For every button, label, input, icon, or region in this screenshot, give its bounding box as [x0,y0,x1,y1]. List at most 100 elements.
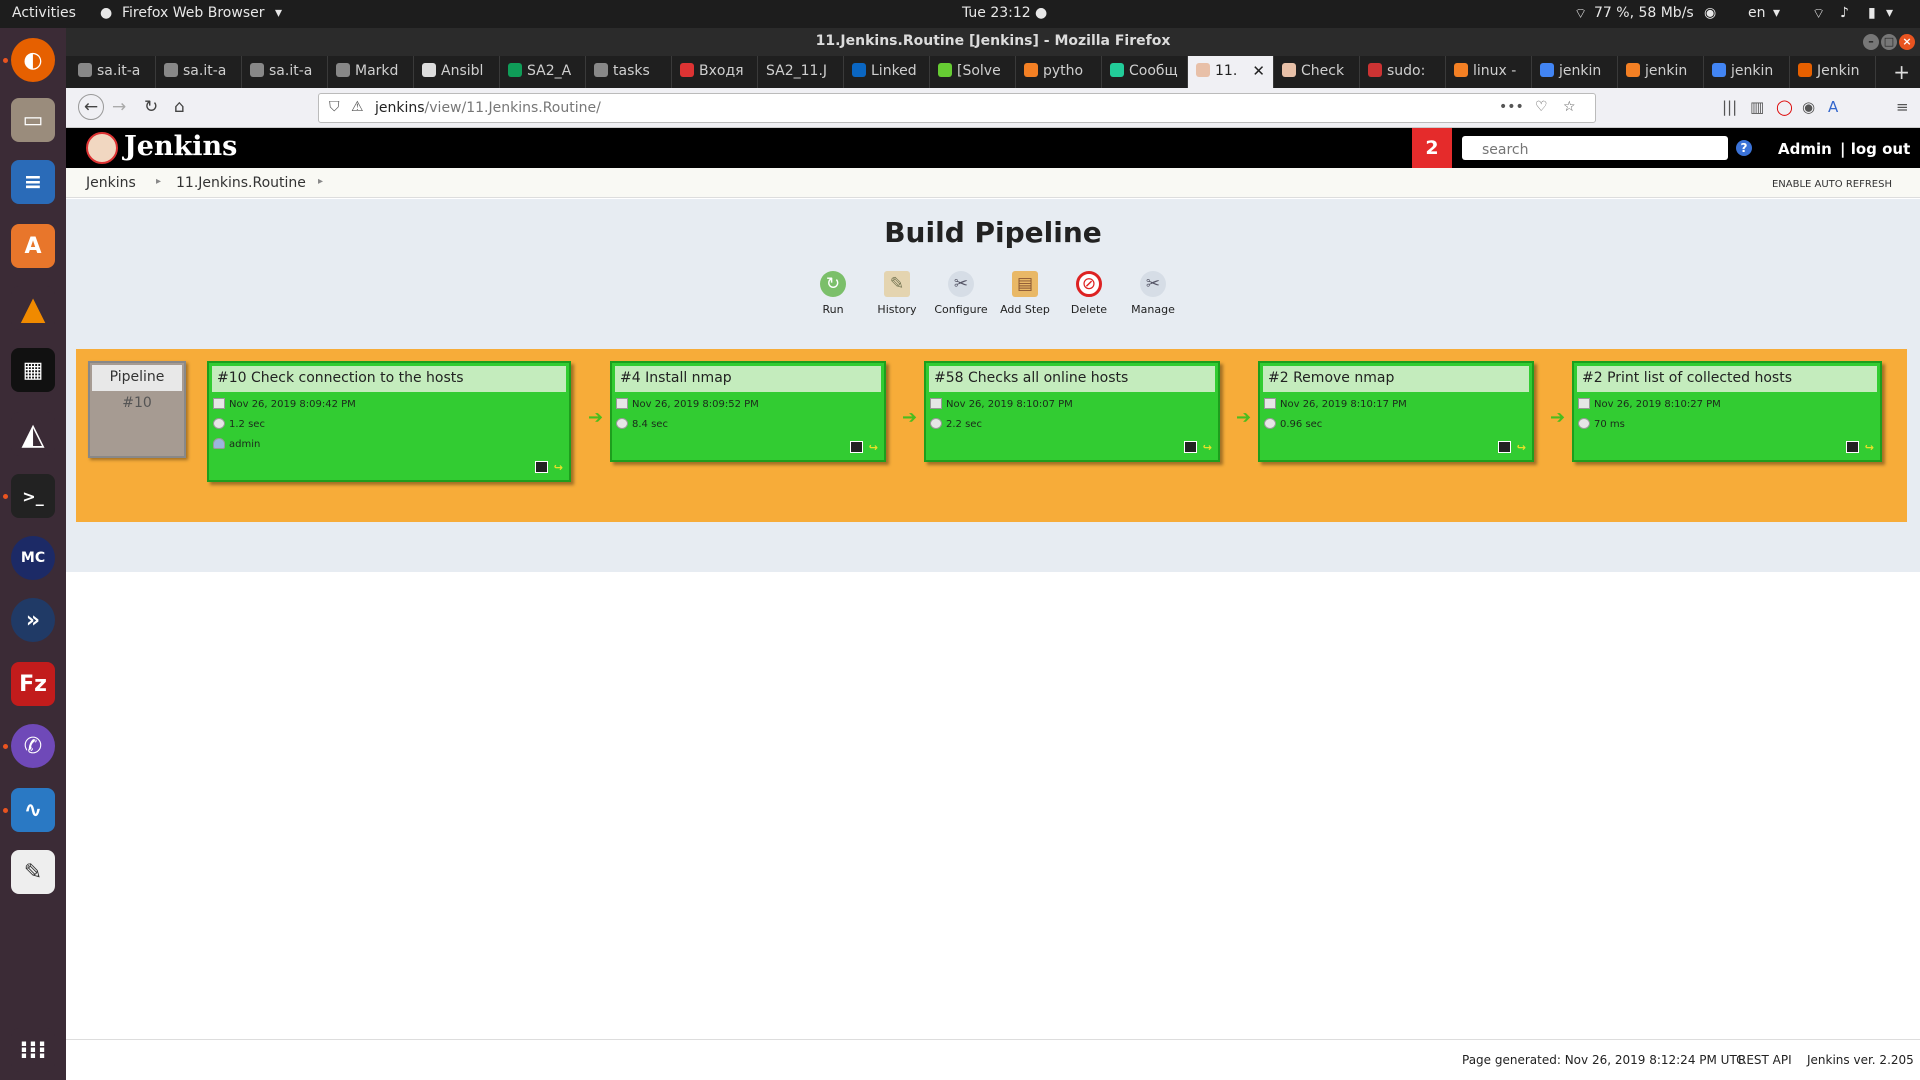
browser-tab[interactable]: SA2_11.J [758,56,844,88]
browser-tab[interactable]: Ansibl [414,56,500,88]
page-actions-icon[interactable]: ••• [1499,99,1524,115]
text-editor-icon[interactable]: ✎ [11,850,55,894]
wifi-status-icon[interactable]: ⌔ [1812,5,1825,23]
add-step-button[interactable]: ▤ Add Step [993,271,1057,316]
chevron-right-icon[interactable]: ▸ [156,176,161,187]
browser-tab[interactable]: SA2_A [500,56,586,88]
opera-extension-icon[interactable]: ◯ [1776,98,1793,116]
remote-desktop-icon[interactable]: » [11,598,55,642]
configure-button[interactable]: ✂ Configure [929,271,993,316]
pocket-icon[interactable]: ♡ [1535,99,1548,115]
rerun-arrow-icon[interactable]: ↪ [1517,441,1526,454]
breadcrumb-jenkins[interactable]: Jenkins [86,175,136,191]
browser-tab[interactable]: pytho [1016,56,1102,88]
bookmark-star-icon[interactable]: ☆ [1563,99,1576,115]
jenkins-title[interactable]: Jenkins [124,131,237,162]
build-card[interactable]: #2 Print list of collected hosts Nov 26,… [1572,361,1882,462]
build-card[interactable]: #58 Checks all online hosts Nov 26, 2019… [924,361,1220,462]
browser-tab[interactable]: [Solve [930,56,1016,88]
build-card[interactable]: #10 Check connection to the hosts Nov 26… [207,361,571,482]
pipeline-number[interactable]: #10 [90,395,184,411]
notification-badge[interactable]: 2 [1412,128,1452,168]
rerun-arrow-icon[interactable]: ↪ [554,461,563,474]
maximize-icon[interactable]: □ [1881,34,1897,50]
browser-tab[interactable]: Linked [844,56,930,88]
user-link[interactable]: Admin [1778,140,1832,158]
minimize-icon[interactable]: – [1863,34,1879,50]
home-button[interactable]: ⌂ [174,97,185,117]
url-bar[interactable]: ⛉ ⚠ jenkins/view/11.Jenkins.Routine/ •••… [318,93,1596,123]
viber-tray-icon[interactable]: ◉ [1704,5,1716,21]
browser-tab[interactable]: sa.it-a [242,56,328,88]
breadcrumb-view[interactable]: 11.Jenkins.Routine [176,175,306,191]
reload-button[interactable]: ↻ [144,97,158,117]
delete-button[interactable]: ⊘ Delete [1057,271,1121,316]
mc-icon[interactable]: MC [11,536,55,580]
firefox-icon[interactable]: ◐ [11,38,55,82]
translate-icon[interactable]: A [1828,98,1838,116]
new-tab-button[interactable]: + [1893,60,1910,84]
rerun-arrow-icon[interactable]: ↪ [1865,441,1874,454]
help-icon[interactable]: ? [1736,140,1752,156]
filezilla-icon[interactable]: Fz [11,662,55,706]
console-icon[interactable] [849,441,863,453]
build-card[interactable]: #4 Install nmap Nov 26, 2019 8:09:52 PM … [610,361,886,462]
build-title[interactable]: #4 Install nmap [615,366,881,392]
activities-button[interactable]: Activities [12,5,76,21]
system-monitor-icon[interactable]: ∿ [11,788,55,832]
build-title[interactable]: #2 Remove nmap [1263,366,1529,392]
manage-button[interactable]: ✂ Manage [1121,271,1185,316]
browser-tab[interactable]: jenkin [1618,56,1704,88]
app-menu[interactable]: Firefox Web Browser [122,5,265,21]
account-icon[interactable]: ◉ [1802,98,1815,116]
chevron-right-icon[interactable]: ▸ [318,176,323,187]
browser-tab-active[interactable]: 11. ✕ [1188,56,1274,88]
close-window-icon[interactable]: × [1899,34,1915,50]
console-icon[interactable] [1497,441,1511,453]
forward-button[interactable]: → [112,97,126,117]
browser-tab[interactable]: Входя [672,56,758,88]
show-applications-icon[interactable]: ⁝⁝⁝ [11,1028,55,1072]
browser-tab[interactable]: Check [1274,56,1360,88]
run-button[interactable]: ↻ Run [801,271,865,316]
browser-tab[interactable]: tasks [586,56,672,88]
rerun-arrow-icon[interactable]: ↪ [1203,441,1212,454]
sidebar-icon[interactable]: ▥ [1750,98,1764,116]
vlc-icon[interactable]: ▲ [11,286,55,330]
browser-tab[interactable]: Сообщ [1102,56,1188,88]
console-icon[interactable] [1183,441,1197,453]
browser-tab[interactable]: linux - [1446,56,1532,88]
files-icon[interactable]: ▭ [11,98,55,142]
browser-tab[interactable]: jenkin [1532,56,1618,88]
writer-icon[interactable]: ≡ [11,160,55,204]
library-icon[interactable]: ||| [1722,98,1737,116]
browser-tab[interactable]: sudo: [1360,56,1446,88]
browser-tab[interactable]: sa.it-a [70,56,156,88]
browser-tab[interactable]: jenkin [1704,56,1790,88]
language-indicator[interactable]: en [1748,5,1766,21]
browser-tab[interactable]: Markd [328,56,414,88]
software-center-icon[interactable]: A [11,224,55,268]
close-tab-icon[interactable]: ✕ [1252,62,1265,80]
terminal-icon[interactable]: >_ [11,474,55,518]
auto-refresh-link[interactable]: ENABLE AUTO REFRESH [1772,179,1892,190]
menu-icon[interactable]: ≡ [1896,98,1909,116]
console-icon[interactable] [1845,441,1859,453]
chevron-down-icon[interactable]: ▾ [1886,5,1893,21]
history-button[interactable]: ✎ History [865,271,929,316]
jenkins-logo-icon[interactable] [86,132,118,164]
viber-icon[interactable]: ✆ [11,724,55,768]
build-title[interactable]: #2 Print list of collected hosts [1577,366,1877,392]
fox-app-icon[interactable]: ◭ [11,412,55,456]
rerun-arrow-icon[interactable]: ↪ [869,441,878,454]
volume-icon[interactable]: ♪ [1840,5,1849,21]
build-card[interactable]: #2 Remove nmap Nov 26, 2019 8:10:17 PM 0… [1258,361,1534,462]
build-title[interactable]: #58 Checks all online hosts [929,366,1215,392]
search-input[interactable] [1462,136,1728,160]
console-icon[interactable] [534,461,548,473]
pipeline-header[interactable]: Pipeline #10 [88,361,186,458]
jenkins-version-link[interactable]: Jenkins ver. 2.205 [1807,1053,1914,1067]
browser-tab[interactable]: sa.it-a [156,56,242,88]
build-title[interactable]: #10 Check connection to the hosts [212,366,566,392]
battery-icon[interactable]: ▮ [1868,5,1876,21]
